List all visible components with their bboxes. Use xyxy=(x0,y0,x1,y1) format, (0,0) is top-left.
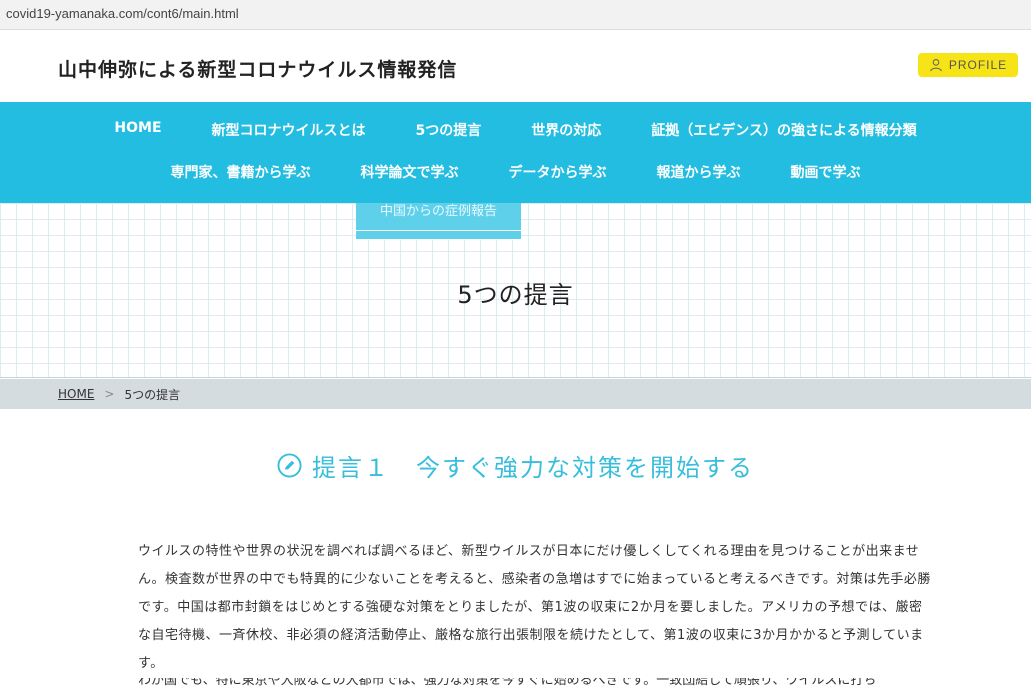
site-title[interactable]: 山中伸弥による新型コロナウイルス情報発信 xyxy=(58,55,457,82)
nav-item-world-response[interactable]: 世界の対応 xyxy=(531,120,601,140)
nav-item-news[interactable]: 報道から学ぶ xyxy=(657,162,741,182)
nav-row-2: 専門家、書籍から学ぶ 科学論文で学ぶ データから学ぶ 報道から学ぶ 動画で学ぶ xyxy=(0,162,1031,182)
proposal-heading-text: 提言１ 今すぐ強力な対策を開始する xyxy=(312,454,754,482)
proposal-next-line-text: わが国でも、特に東京や大阪などの大都市では、強力な対策を今すぐに始めるべきです。… xyxy=(138,678,877,686)
page-title: 5つの提言 xyxy=(457,281,574,309)
nav-row-1: HOME 新型コロナウイルスとは 5つの提言 世界の対応 証拠（エビデンス）の強… xyxy=(0,120,1031,140)
nav-item-data[interactable]: データから学ぶ xyxy=(509,162,607,182)
site-header: 山中伸弥による新型コロナウイルス情報発信 PROFILE xyxy=(0,31,1031,102)
profile-button[interactable]: PROFILE xyxy=(918,53,1018,77)
main-nav: HOME 新型コロナウイルスとは 5つの提言 世界の対応 証拠（エビデンス）の強… xyxy=(0,102,1031,203)
nav-item-five-proposals[interactable]: 5つの提言 xyxy=(416,120,482,140)
proposal-heading: 提言１ 今すぐ強力な対策を開始する xyxy=(0,448,1031,483)
pen-icon xyxy=(277,453,302,478)
proposal-paragraph: ウイルスの特性や世界の状況を調べれば調べるほど、新型ウイルスが日本にだけ優しくし… xyxy=(138,544,931,671)
browser-address-bar[interactable]: covid19-yamanaka.com/cont6/main.html xyxy=(0,0,1031,30)
proposal-next-line: わが国でも、特に東京や大阪などの大都市では、強力な対策を今すぐに始めるべきです。… xyxy=(138,678,931,686)
nav-item-home[interactable]: HOME xyxy=(114,120,161,140)
nav-item-about-virus[interactable]: 新型コロナウイルスとは xyxy=(212,120,366,140)
nav-dropdown-menu: 中国からの症例報告 xyxy=(356,203,521,240)
url-text[interactable]: covid19-yamanaka.com/cont6/main.html xyxy=(6,6,239,21)
breadcrumb: HOME > 5つの提言 xyxy=(0,379,1031,409)
dropdown-item-china-case-reports[interactable]: 中国からの症例報告 xyxy=(356,203,521,231)
user-icon xyxy=(930,59,942,72)
proposal-body: ウイルスの特性や世界の状況を調べれば調べるほど、新型ウイルスが日本にだけ優しくし… xyxy=(138,538,931,678)
nav-item-evidence-classification[interactable]: 証拠（エビデンス）の強さによる情報分類 xyxy=(651,120,916,140)
profile-label: PROFILE xyxy=(948,58,1008,72)
breadcrumb-current: 5つの提言 xyxy=(124,387,181,402)
breadcrumb-home-link[interactable]: HOME xyxy=(58,387,94,401)
nav-item-papers[interactable]: 科学論文で学ぶ xyxy=(361,162,459,182)
breadcrumb-separator: > xyxy=(104,387,115,401)
nav-item-experts-books[interactable]: 専門家、書籍から学ぶ xyxy=(171,162,311,182)
nav-item-videos[interactable]: 動画で学ぶ xyxy=(791,162,861,182)
